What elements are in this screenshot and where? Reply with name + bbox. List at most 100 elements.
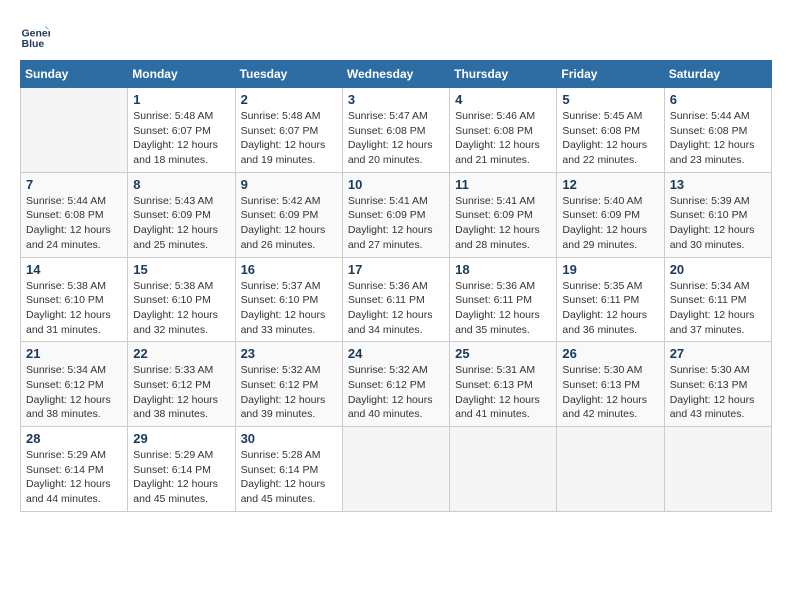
- day-number: 19: [562, 262, 658, 277]
- week-row-2: 7 Sunrise: 5:44 AM Sunset: 6:08 PM Daylig…: [21, 172, 772, 257]
- day-info: Sunrise: 5:36 AM Sunset: 6:11 PM Dayligh…: [455, 279, 551, 338]
- logo-icon: General Blue: [20, 20, 50, 50]
- day-cell: 2 Sunrise: 5:48 AM Sunset: 6:07 PM Daylig…: [235, 88, 342, 173]
- week-row-5: 28 Sunrise: 5:29 AM Sunset: 6:14 PM Dayli…: [21, 427, 772, 512]
- day-number: 9: [241, 177, 337, 192]
- day-cell: [557, 427, 664, 512]
- col-header-wednesday: Wednesday: [342, 61, 449, 88]
- header-row: SundayMondayTuesdayWednesdayThursdayFrid…: [21, 61, 772, 88]
- day-cell: 15 Sunrise: 5:38 AM Sunset: 6:10 PM Dayli…: [128, 257, 235, 342]
- day-cell: 1Sunrise: 5:48 AM Sunset: 6:07 PM Daylig…: [128, 88, 235, 173]
- day-cell: 8Sunrise: 5:43 AM Sunset: 6:09 PM Daylig…: [128, 172, 235, 257]
- day-number: 11: [455, 177, 551, 192]
- day-info: Sunrise: 5:45 AM Sunset: 6:08 PM Dayligh…: [562, 109, 658, 168]
- day-info: Sunrise: 5:35 AM Sunset: 6:11 PM Dayligh…: [562, 279, 658, 338]
- day-number: 22: [133, 346, 229, 361]
- day-number: 23: [241, 346, 337, 361]
- day-cell: 26 Sunrise: 5:30 AM Sunset: 6:13 PM Dayli…: [557, 342, 664, 427]
- page-header: General Blue: [20, 20, 772, 50]
- day-cell: 29Sunrise: 5:29 AM Sunset: 6:14 PM Dayli…: [128, 427, 235, 512]
- day-number: 24: [348, 346, 444, 361]
- day-number: 26: [562, 346, 658, 361]
- day-info: Sunrise: 5:31 AM Sunset: 6:13 PM Dayligh…: [455, 363, 551, 422]
- week-row-4: 21 Sunrise: 5:34 AM Sunset: 6:12 PM Dayli…: [21, 342, 772, 427]
- day-cell: 11 Sunrise: 5:41 AM Sunset: 6:09 PM Dayli…: [450, 172, 557, 257]
- day-info: Sunrise: 5:38 AM Sunset: 6:10 PM Dayligh…: [133, 279, 229, 338]
- day-info: Sunrise: 5:48 AM Sunset: 6:07 PM Dayligh…: [133, 109, 229, 168]
- day-cell: 28 Sunrise: 5:29 AM Sunset: 6:14 PM Dayli…: [21, 427, 128, 512]
- day-number: 5: [562, 92, 658, 107]
- day-number: 2: [241, 92, 337, 107]
- day-info: Sunrise: 5:37 AM Sunset: 6:10 PM Dayligh…: [241, 279, 337, 338]
- svg-text:Blue: Blue: [22, 38, 45, 50]
- day-cell: [342, 427, 449, 512]
- day-cell: [450, 427, 557, 512]
- col-header-thursday: Thursday: [450, 61, 557, 88]
- day-cell: 17Sunrise: 5:36 AM Sunset: 6:11 PM Dayli…: [342, 257, 449, 342]
- day-number: 8: [133, 177, 229, 192]
- day-cell: 7 Sunrise: 5:44 AM Sunset: 6:08 PM Daylig…: [21, 172, 128, 257]
- day-info: Sunrise: 5:48 AM Sunset: 6:07 PM Dayligh…: [241, 109, 337, 168]
- day-info: Sunrise: 5:30 AM Sunset: 6:13 PM Dayligh…: [562, 363, 658, 422]
- day-cell: 12 Sunrise: 5:40 AM Sunset: 6:09 PM Dayli…: [557, 172, 664, 257]
- day-number: 14: [26, 262, 122, 277]
- day-cell: [21, 88, 128, 173]
- day-info: Sunrise: 5:40 AM Sunset: 6:09 PM Dayligh…: [562, 194, 658, 253]
- day-number: 3: [348, 92, 444, 107]
- day-cell: 24Sunrise: 5:32 AM Sunset: 6:12 PM Dayli…: [342, 342, 449, 427]
- day-cell: 5 Sunrise: 5:45 AM Sunset: 6:08 PM Daylig…: [557, 88, 664, 173]
- week-row-3: 14 Sunrise: 5:38 AM Sunset: 6:10 PM Dayli…: [21, 257, 772, 342]
- day-cell: 13 Sunrise: 5:39 AM Sunset: 6:10 PM Dayli…: [664, 172, 771, 257]
- day-info: Sunrise: 5:32 AM Sunset: 6:12 PM Dayligh…: [241, 363, 337, 422]
- day-number: 7: [26, 177, 122, 192]
- calendar-body: 1Sunrise: 5:48 AM Sunset: 6:07 PM Daylig…: [21, 88, 772, 512]
- day-cell: 21 Sunrise: 5:34 AM Sunset: 6:12 PM Dayli…: [21, 342, 128, 427]
- day-cell: 25Sunrise: 5:31 AM Sunset: 6:13 PM Dayli…: [450, 342, 557, 427]
- day-cell: 22 Sunrise: 5:33 AM Sunset: 6:12 PM Dayli…: [128, 342, 235, 427]
- day-info: Sunrise: 5:47 AM Sunset: 6:08 PM Dayligh…: [348, 109, 444, 168]
- logo: General Blue: [20, 20, 54, 50]
- col-header-monday: Monday: [128, 61, 235, 88]
- day-info: Sunrise: 5:44 AM Sunset: 6:08 PM Dayligh…: [26, 194, 122, 253]
- day-number: 15: [133, 262, 229, 277]
- col-header-tuesday: Tuesday: [235, 61, 342, 88]
- day-cell: [664, 427, 771, 512]
- col-header-sunday: Sunday: [21, 61, 128, 88]
- day-number: 12: [562, 177, 658, 192]
- week-row-1: 1Sunrise: 5:48 AM Sunset: 6:07 PM Daylig…: [21, 88, 772, 173]
- calendar-header: SundayMondayTuesdayWednesdayThursdayFrid…: [21, 61, 772, 88]
- col-header-saturday: Saturday: [664, 61, 771, 88]
- day-cell: 19 Sunrise: 5:35 AM Sunset: 6:11 PM Dayli…: [557, 257, 664, 342]
- day-info: Sunrise: 5:46 AM Sunset: 6:08 PM Dayligh…: [455, 109, 551, 168]
- day-number: 21: [26, 346, 122, 361]
- day-cell: 6Sunrise: 5:44 AM Sunset: 6:08 PM Daylig…: [664, 88, 771, 173]
- day-cell: 3 Sunrise: 5:47 AM Sunset: 6:08 PM Daylig…: [342, 88, 449, 173]
- day-cell: 4 Sunrise: 5:46 AM Sunset: 6:08 PM Daylig…: [450, 88, 557, 173]
- day-number: 29: [133, 431, 229, 446]
- day-cell: 18 Sunrise: 5:36 AM Sunset: 6:11 PM Dayli…: [450, 257, 557, 342]
- day-info: Sunrise: 5:38 AM Sunset: 6:10 PM Dayligh…: [26, 279, 122, 338]
- col-header-friday: Friday: [557, 61, 664, 88]
- day-info: Sunrise: 5:39 AM Sunset: 6:10 PM Dayligh…: [670, 194, 766, 253]
- day-info: Sunrise: 5:44 AM Sunset: 6:08 PM Dayligh…: [670, 109, 766, 168]
- day-cell: 30Sunrise: 5:28 AM Sunset: 6:14 PM Dayli…: [235, 427, 342, 512]
- day-cell: 27Sunrise: 5:30 AM Sunset: 6:13 PM Dayli…: [664, 342, 771, 427]
- day-cell: 23 Sunrise: 5:32 AM Sunset: 6:12 PM Dayli…: [235, 342, 342, 427]
- day-number: 20: [670, 262, 766, 277]
- day-cell: 14 Sunrise: 5:38 AM Sunset: 6:10 PM Dayli…: [21, 257, 128, 342]
- day-info: Sunrise: 5:36 AM Sunset: 6:11 PM Dayligh…: [348, 279, 444, 338]
- day-info: Sunrise: 5:41 AM Sunset: 6:09 PM Dayligh…: [455, 194, 551, 253]
- day-info: Sunrise: 5:34 AM Sunset: 6:12 PM Dayligh…: [26, 363, 122, 422]
- day-info: Sunrise: 5:33 AM Sunset: 6:12 PM Dayligh…: [133, 363, 229, 422]
- day-number: 18: [455, 262, 551, 277]
- day-number: 16: [241, 262, 337, 277]
- day-number: 4: [455, 92, 551, 107]
- day-number: 13: [670, 177, 766, 192]
- day-info: Sunrise: 5:28 AM Sunset: 6:14 PM Dayligh…: [241, 448, 337, 507]
- day-cell: 9 Sunrise: 5:42 AM Sunset: 6:09 PM Daylig…: [235, 172, 342, 257]
- day-cell: 10Sunrise: 5:41 AM Sunset: 6:09 PM Dayli…: [342, 172, 449, 257]
- day-info: Sunrise: 5:29 AM Sunset: 6:14 PM Dayligh…: [26, 448, 122, 507]
- day-info: Sunrise: 5:42 AM Sunset: 6:09 PM Dayligh…: [241, 194, 337, 253]
- day-cell: 16 Sunrise: 5:37 AM Sunset: 6:10 PM Dayli…: [235, 257, 342, 342]
- day-number: 28: [26, 431, 122, 446]
